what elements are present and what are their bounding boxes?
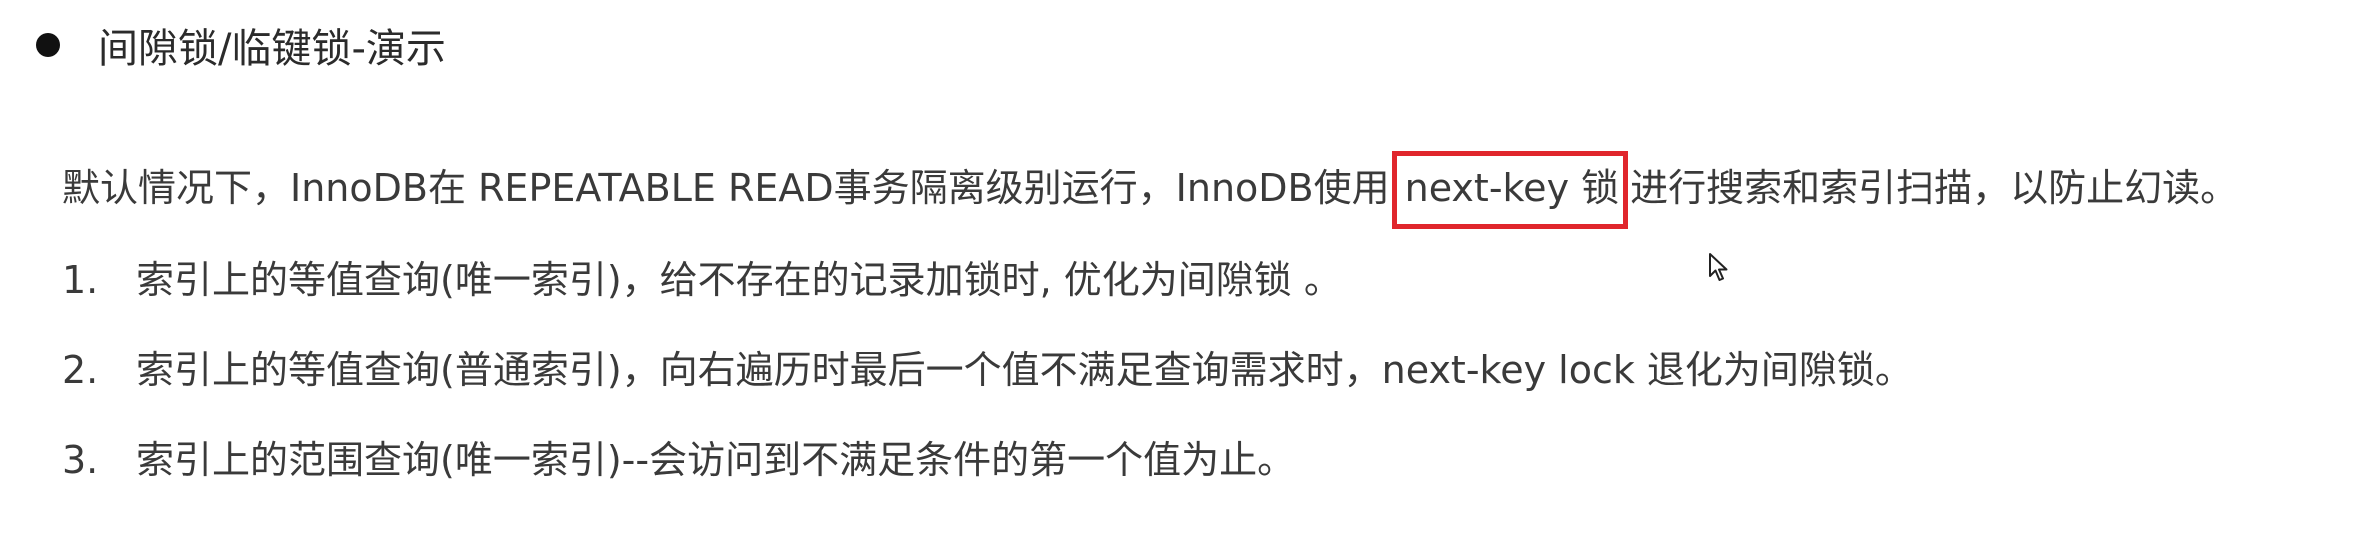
- heading-row: 间隙锁/临键锁-演示: [36, 12, 446, 78]
- highlighted-term: next-key 锁: [1391, 151, 1629, 229]
- list-item-number: 2.: [62, 348, 99, 392]
- bullet-icon: [36, 33, 60, 57]
- list-item: 3. 索引上的范围查询(唯一索引)--会访问到不满足条件的第一个值为止。: [62, 432, 1295, 488]
- mouse-pointer-icon: [1709, 253, 1728, 281]
- intro-text-before: 默认情况下，InnoDB在 REPEATABLE READ事务隔离级别运行，In…: [62, 166, 1390, 210]
- list-item-number: 1.: [62, 258, 99, 302]
- list-item-text: 索引上的范围查询(唯一索引)--会访问到不满足条件的第一个值为止。: [136, 438, 1296, 482]
- list-item-text: 索引上的等值查询(普通索引)，向右遍历时最后一个值不满足查询需求时，next-k…: [136, 348, 1913, 392]
- intro-paragraph: 默认情况下，InnoDB在 REPEATABLE READ事务隔离级别运行，In…: [62, 151, 2239, 229]
- page-title: 间隙锁/临键锁-演示: [98, 26, 446, 72]
- list-item: 1. 索引上的等值查询(唯一索引)，给不存在的记录加锁时, 优化为间隙锁 。: [62, 252, 1342, 308]
- list-item-number: 3.: [62, 438, 99, 482]
- list-item: 2. 索引上的等值查询(普通索引)，向右遍历时最后一个值不满足查询需求时，next…: [62, 342, 1913, 398]
- intro-text-after: 进行搜索和索引扫描，以防止幻读。: [1630, 166, 2239, 210]
- list-item-text: 索引上的等值查询(唯一索引)，给不存在的记录加锁时, 优化为间隙锁 。: [136, 258, 1342, 302]
